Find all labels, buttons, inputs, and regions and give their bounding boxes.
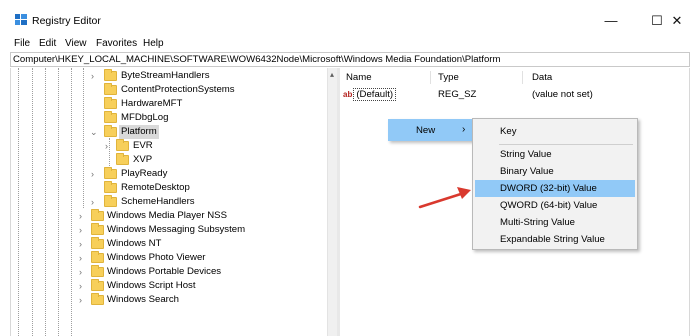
tree-item-label: Windows Script Host xyxy=(107,280,196,291)
expand-chevron-icon[interactable]: › xyxy=(79,251,89,265)
submenu-item-multi-string-value[interactable]: Multi-String Value xyxy=(475,214,635,231)
folder-icon xyxy=(104,97,117,109)
folder-icon xyxy=(91,279,104,291)
folder-icon xyxy=(104,69,117,81)
tree-item-label-selected: Platform xyxy=(119,125,159,139)
tree-item-label: Windows Search xyxy=(107,294,179,305)
tree-item-xvp[interactable]: XVP xyxy=(11,153,331,167)
expand-chevron-icon[interactable]: › xyxy=(79,209,89,223)
tree-item-windows-nt[interactable]: › Windows NT xyxy=(11,237,331,251)
value-data: (value not set) xyxy=(532,89,593,100)
title-bar: Registry Editor — ☐ ✕ xyxy=(0,0,700,34)
folder-icon xyxy=(91,209,104,221)
tree-item-label: Windows Messaging Subsystem xyxy=(107,224,246,235)
scroll-up-arrow-icon[interactable]: ▴ xyxy=(330,70,334,79)
submenu-item-qword-value[interactable]: QWORD (64-bit) Value xyxy=(475,197,635,214)
folder-icon xyxy=(104,83,117,95)
folder-icon xyxy=(91,223,104,235)
folder-icon xyxy=(104,195,117,207)
folder-icon xyxy=(104,167,117,179)
submenu-arrow-icon: › xyxy=(462,124,466,135)
tree-item-windows-script-host[interactable]: › Windows Script Host xyxy=(11,279,331,293)
folder-icon xyxy=(104,181,117,193)
tree-item-contentprotectionsystems[interactable]: ContentProtectionSystems xyxy=(11,83,331,97)
menu-separator xyxy=(499,144,633,145)
tree-item-schemehandlers[interactable]: › SchemeHandlers xyxy=(11,195,331,209)
minimize-button[interactable]: — xyxy=(588,9,634,33)
string-value-icon: ab xyxy=(343,90,353,99)
new-submenu: Key String Value Binary Value DWORD (32-… xyxy=(472,118,638,250)
tree-item-label: Windows NT xyxy=(107,238,162,249)
value-row-default[interactable]: ab (Default) xyxy=(343,88,397,101)
tree-item-label: EVR xyxy=(133,140,153,151)
context-menu-new-item[interactable]: New › xyxy=(388,119,476,141)
tree-item-label: ByteStreamHandlers xyxy=(121,70,210,81)
folder-icon xyxy=(116,153,129,165)
expand-chevron-icon[interactable]: › xyxy=(79,265,89,279)
tree-item-windows-photo-viewer[interactable]: › Windows Photo Viewer xyxy=(11,251,331,265)
folder-icon xyxy=(91,251,104,263)
expand-chevron-icon[interactable]: › xyxy=(91,69,101,83)
value-name: (Default) xyxy=(353,88,397,101)
menu-bar: File Edit View Favorites Help xyxy=(0,34,700,50)
menu-edit[interactable]: Edit xyxy=(39,38,56,49)
folder-icon xyxy=(91,293,104,305)
tree-item-windows-messaging-subsystem[interactable]: › Windows Messaging Subsystem xyxy=(11,223,331,237)
tree-item-label: ContentProtectionSystems xyxy=(121,84,235,95)
submenu-item-expandable-string-value[interactable]: Expandable String Value xyxy=(475,231,635,248)
expand-chevron-icon[interactable]: › xyxy=(91,167,101,181)
collapse-chevron-icon[interactable]: ⌄ xyxy=(90,125,100,139)
column-header-name[interactable]: Name xyxy=(346,72,372,83)
menu-favorites[interactable]: Favorites xyxy=(96,38,137,49)
tree-item-label: Windows Media Player NSS xyxy=(107,210,227,221)
submenu-item-string-value[interactable]: String Value xyxy=(475,146,635,163)
registry-editor-icon xyxy=(15,14,27,25)
tree-item-windows-search[interactable]: › Windows Search xyxy=(11,293,331,307)
tree-item-label: XVP xyxy=(133,154,153,165)
tree-item-label: Windows Photo Viewer xyxy=(107,252,206,263)
close-button[interactable]: ✕ xyxy=(654,9,700,33)
tree-item-label: PlayReady xyxy=(121,168,168,179)
expand-chevron-icon[interactable]: › xyxy=(79,293,89,307)
submenu-item-binary-value[interactable]: Binary Value xyxy=(475,163,635,180)
folder-icon xyxy=(91,265,104,277)
folder-icon xyxy=(104,111,117,123)
tree-item-label: HardwareMFT xyxy=(121,98,183,109)
expand-chevron-icon[interactable]: › xyxy=(79,223,89,237)
address-bar[interactable]: Computer\HKEY_LOCAL_MACHINE\SOFTWARE\WOW… xyxy=(10,52,690,67)
new-menu-label: New xyxy=(416,125,436,136)
key-tree-pane[interactable]: › ByteStreamHandlers ContentProtectionSy… xyxy=(10,68,338,336)
folder-icon xyxy=(116,139,129,151)
tree-item-platform[interactable]: ⌄ Platform xyxy=(11,125,331,139)
menu-view[interactable]: View xyxy=(65,38,87,49)
tree-item-mfdbglog[interactable]: MFDbgLog xyxy=(11,111,331,125)
column-separator[interactable] xyxy=(430,71,431,84)
column-separator[interactable] xyxy=(522,71,523,84)
tree-item-label: Windows Portable Devices xyxy=(107,266,222,277)
column-header-data[interactable]: Data xyxy=(532,72,552,83)
menu-help[interactable]: Help xyxy=(143,38,164,49)
folder-icon xyxy=(91,237,104,249)
tree-item-label: SchemeHandlers xyxy=(121,196,195,207)
tree-item-label: RemoteDesktop xyxy=(121,182,190,193)
expand-chevron-icon[interactable]: › xyxy=(79,237,89,251)
tree-item-playready[interactable]: › PlayReady xyxy=(11,167,331,181)
tree-item-windows-media-player-nss[interactable]: › Windows Media Player NSS xyxy=(11,209,331,223)
tree-item-windows-portable-devices[interactable]: › Windows Portable Devices xyxy=(11,265,331,279)
tree-item-evr[interactable]: › EVR xyxy=(11,139,331,153)
expand-chevron-icon[interactable]: › xyxy=(105,139,115,153)
submenu-item-key[interactable]: Key xyxy=(475,123,635,140)
expand-chevron-icon[interactable]: › xyxy=(91,195,101,209)
folder-icon xyxy=(104,125,117,137)
value-type: REG_SZ xyxy=(438,89,477,100)
submenu-item-dword-value[interactable]: DWORD (32-bit) Value xyxy=(475,180,635,197)
tree-item-bytestreamhandlers[interactable]: › ByteStreamHandlers xyxy=(11,69,331,83)
menu-file[interactable]: File xyxy=(14,38,30,49)
tree-item-remotedesktop[interactable]: RemoteDesktop xyxy=(11,181,331,195)
expand-chevron-icon[interactable]: › xyxy=(79,279,89,293)
column-header-type[interactable]: Type xyxy=(438,72,459,83)
tree-item-label: MFDbgLog xyxy=(121,112,169,123)
tree-item-hardwaremft[interactable]: HardwareMFT xyxy=(11,97,331,111)
window-title: Registry Editor xyxy=(32,15,101,27)
